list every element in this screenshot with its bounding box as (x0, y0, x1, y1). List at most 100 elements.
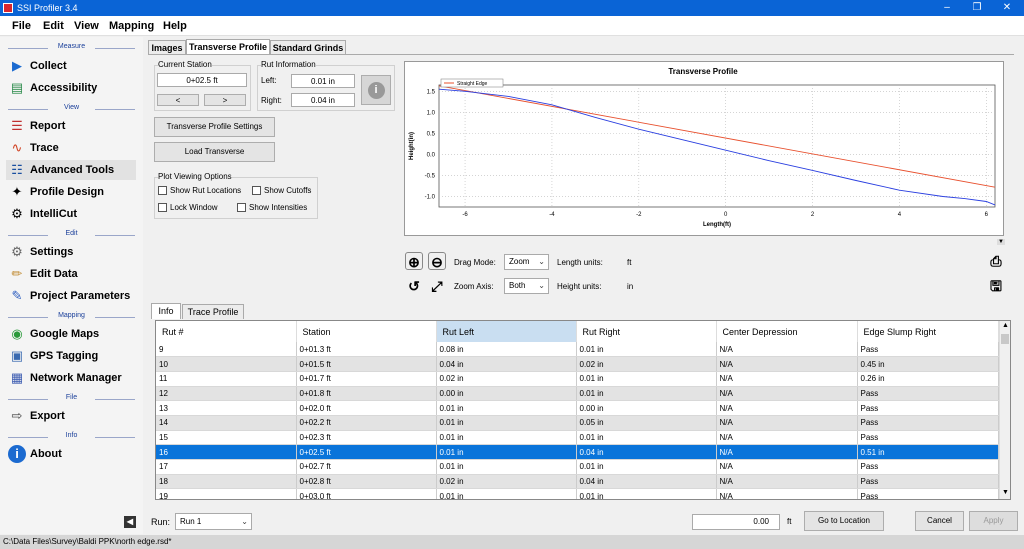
column-header[interactable]: Station (296, 321, 437, 342)
column-header[interactable]: Rut Right (576, 321, 717, 342)
table-cell: 0.01 in (576, 371, 717, 387)
table-cell: Pass (857, 488, 999, 499)
run-select[interactable]: Run 1 ⌄ (175, 513, 252, 530)
zoom-out-icon[interactable]: ⊖ (428, 252, 446, 270)
menu-view[interactable]: View (74, 20, 99, 32)
y-tick-label: -1.0 (425, 194, 436, 200)
table-row[interactable]: 12 0+01.8 ft 0.00 in 0.01 in N/A Pass (156, 386, 999, 402)
fit-expand-icon[interactable]: ⤢ (428, 277, 446, 295)
y-tick-label: 0.0 (427, 152, 436, 158)
table-cell: 0+02.5 ft (296, 444, 437, 460)
goto-location-input[interactable]: 0.00 (692, 514, 780, 530)
table-row[interactable]: 16 0+02.5 ft 0.01 in 0.04 in N/A 0.51 in (156, 444, 999, 460)
go-to-location-button[interactable]: Go to Location (804, 511, 884, 531)
show-cutoffs-checkbox[interactable] (252, 186, 261, 195)
tab-transverse-profile[interactable]: Transverse Profile (186, 39, 270, 55)
table-row[interactable]: 19 0+03.0 ft 0.01 in 0.01 in N/A Pass (156, 488, 999, 499)
scroll-down-icon[interactable]: ▼ (1002, 489, 1009, 496)
menu-help[interactable]: Help (163, 20, 187, 32)
sidebar-item-settings[interactable]: ⚙ Settings (6, 242, 136, 262)
transverse-profile-settings-button[interactable]: Transverse Profile Settings (154, 117, 275, 137)
sidebar-item-label: Google Maps (30, 328, 100, 340)
scroll-up-icon[interactable]: ▲ (1002, 322, 1009, 329)
sidebar-item-gps-tagging[interactable]: ▣ GPS Tagging (6, 346, 136, 366)
sidebar-item-accessibility[interactable]: ▤ Accessibility (6, 78, 136, 98)
sidebar-item-google-maps[interactable]: ◉ Google Maps (6, 324, 136, 344)
sidebar-item-trace[interactable]: ∿ Trace (6, 138, 136, 158)
report-icon: ☰ (11, 118, 23, 133)
sidebar-item-label: Accessibility (30, 82, 98, 94)
table-row[interactable]: 15 0+02.3 ft 0.01 in 0.01 in N/A Pass (156, 430, 999, 446)
sidebar-item-edit-data[interactable]: ✏ Edit Data (6, 264, 136, 284)
close-button[interactable]: ✕ (992, 0, 1022, 16)
lock-window-checkbox[interactable] (158, 203, 167, 212)
table-row[interactable]: 14 0+02.2 ft 0.01 in 0.05 in N/A Pass (156, 415, 999, 431)
transverse-profile-chart[interactable]: Transverse Profile -6 -4 -2 0 2 4 6 1.5 1.0 0.5 0.0… (404, 61, 1004, 236)
sidebar-item-export[interactable]: ⇨ Export (6, 406, 136, 426)
section-measure: Measure (0, 43, 143, 53)
zoom-in-icon[interactable]: ⊕ (405, 252, 423, 270)
tab-images[interactable]: Images (148, 40, 186, 55)
chevron-down-icon: ⌄ (538, 257, 545, 266)
height-units-value: in (627, 282, 634, 291)
chevron-down-icon: ⌄ (241, 517, 248, 526)
column-header[interactable]: Center Depression (716, 321, 858, 342)
reset-icon[interactable]: ↺ (405, 277, 423, 295)
sidebar-item-intellicut[interactable]: ⚙ IntelliCut (6, 204, 136, 224)
column-header[interactable]: Edge Slump Right (857, 321, 999, 342)
profile-design-icon: ✦ (11, 184, 23, 199)
print-icon[interactable]: ⎙ (987, 252, 1005, 270)
info-button[interactable]: i (361, 75, 391, 105)
x-tick-label: -4 (549, 212, 555, 218)
maximize-button[interactable]: ❐ (962, 0, 992, 16)
table-cell: 0.02 in (576, 356, 717, 372)
zoom-axis-select[interactable]: Both ⌄ (504, 278, 549, 294)
column-header[interactable]: Rut Left (436, 321, 577, 342)
table-row[interactable]: 10 0+01.5 ft 0.04 in 0.02 in N/A 0.45 in (156, 356, 999, 372)
table-row[interactable]: 17 0+02.7 ft 0.01 in 0.01 in N/A Pass (156, 459, 999, 475)
menu-mapping[interactable]: Mapping (109, 20, 154, 32)
project-parameters-icon: ✎ (11, 288, 23, 303)
table-row[interactable]: 9 0+01.3 ft 0.08 in 0.01 in N/A Pass (156, 342, 999, 358)
table-cell: 0.01 in (436, 415, 577, 431)
table-cell: 0+03.0 ft (296, 488, 437, 499)
sidebar-item-collect[interactable]: ▶ Collect (6, 56, 136, 76)
table-scrollbar[interactable]: ▲ ▼ (999, 321, 1010, 499)
scroll-thumb[interactable] (1001, 334, 1009, 344)
rut-right-label: Right: (261, 96, 282, 105)
tab-standard-grinds[interactable]: Standard Grinds (270, 40, 346, 55)
table-cell: 0.26 in (857, 371, 999, 387)
tab-info[interactable]: Info (151, 303, 181, 319)
sidebar-item-advanced-tools[interactable]: ☷ Advanced Tools (6, 160, 136, 180)
save-icon[interactable]: 🖫 (987, 277, 1005, 295)
menu-edit[interactable]: Edit (43, 20, 64, 32)
menu-file[interactable]: File (12, 20, 31, 32)
minimize-button[interactable]: – (932, 0, 962, 16)
sidebar-item-about[interactable]: i About (6, 444, 136, 464)
cancel-button[interactable]: Cancel (915, 511, 964, 531)
collapse-sidebar-button[interactable]: ◀ (124, 516, 136, 528)
table-cell: 0.01 in (576, 488, 717, 499)
sidebar-item-label: Network Manager (30, 372, 122, 384)
next-station-button[interactable]: > (204, 94, 246, 106)
sidebar-item-network-manager[interactable]: ▦ Network Manager (6, 368, 136, 388)
sidebar-item-profile-design[interactable]: ✦ Profile Design (6, 182, 136, 202)
table-cell: 0.08 in (436, 342, 577, 358)
table-row[interactable]: 11 0+01.7 ft 0.02 in 0.01 in N/A 0.26 in (156, 371, 999, 387)
show-rut-locations-checkbox[interactable] (158, 186, 167, 195)
apply-button[interactable]: Apply (969, 511, 1018, 531)
load-transverse-button[interactable]: Load Transverse (154, 142, 275, 162)
column-header[interactable]: Rut # (156, 321, 297, 342)
chart-menu-arrow[interactable]: ▼ (997, 239, 1005, 245)
rut-information-title: Rut Information (261, 60, 316, 69)
show-intensities-checkbox[interactable] (237, 203, 246, 212)
sidebar-item-project-parameters[interactable]: ✎ Project Parameters (6, 286, 136, 306)
sidebar-item-report[interactable]: ☰ Report (6, 116, 136, 136)
table-row[interactable]: 13 0+02.0 ft 0.01 in 0.00 in N/A Pass (156, 400, 999, 416)
tab-trace-profile[interactable]: Trace Profile (182, 304, 244, 319)
drag-mode-select[interactable]: Zoom ⌄ (504, 254, 549, 270)
table-row[interactable]: 18 0+02.8 ft 0.02 in 0.04 in N/A Pass (156, 474, 999, 490)
table-cell: 0+01.3 ft (296, 342, 437, 358)
current-station-field[interactable]: 0+02.5 ft (157, 73, 247, 87)
previous-station-button[interactable]: < (157, 94, 199, 106)
